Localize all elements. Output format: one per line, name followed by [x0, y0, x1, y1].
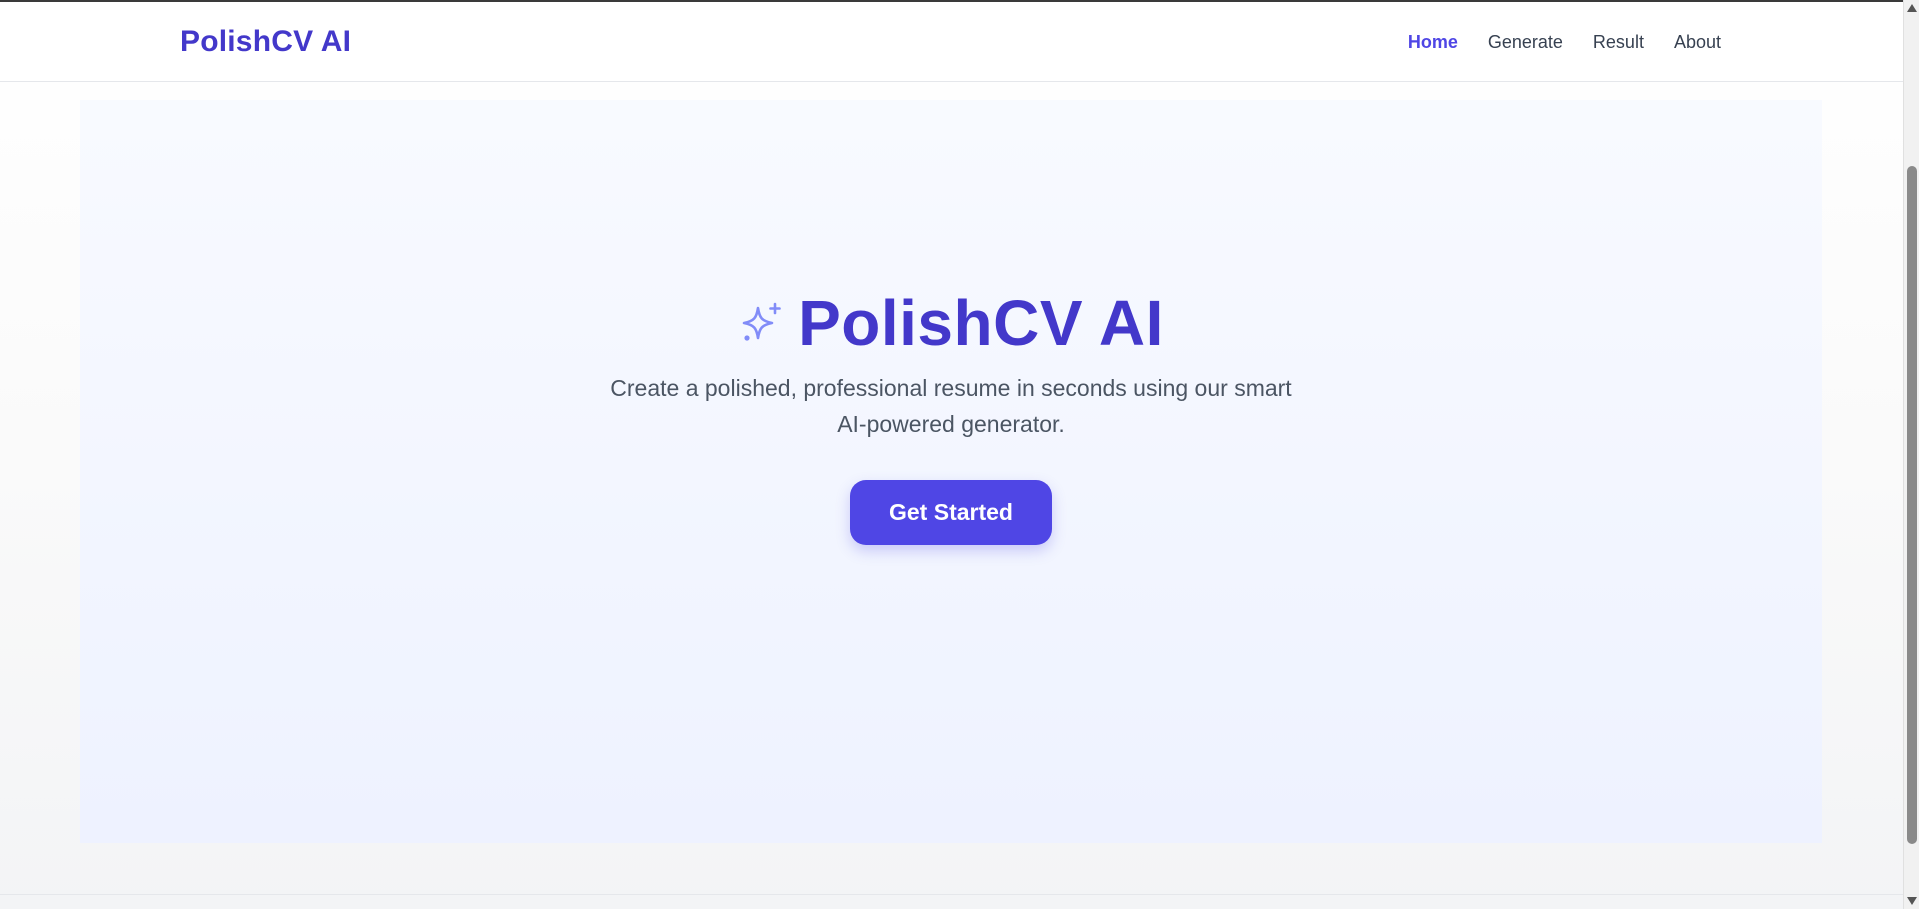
nav-link-home[interactable]: Home	[1408, 32, 1458, 53]
hero-subtitle: Create a polished, professional resume i…	[80, 370, 1822, 442]
scroll-thumb[interactable]	[1907, 166, 1917, 844]
hero-title-row: PolishCV AI	[80, 286, 1822, 360]
navbar: PolishCV AI Home Generate Result About	[0, 2, 1903, 82]
scroll-down-arrow-icon[interactable]	[1907, 897, 1917, 905]
hero-title: PolishCV AI	[798, 287, 1164, 359]
get-started-button[interactable]: Get Started	[850, 480, 1052, 545]
nav-links: Home Generate Result About	[1408, 2, 1721, 82]
nav-link-result[interactable]: Result	[1593, 32, 1644, 53]
nav-link-generate[interactable]: Generate	[1488, 32, 1563, 53]
hero-subtitle-line-1: Create a polished, professional resume i…	[610, 375, 1292, 401]
nav-link-about[interactable]: About	[1674, 32, 1721, 53]
sparkles-icon	[742, 302, 781, 341]
scroll-up-arrow-icon[interactable]	[1907, 4, 1917, 12]
vertical-scrollbar[interactable]	[1903, 0, 1919, 909]
footer-divider	[0, 894, 1903, 895]
hero-section: PolishCV AI Create a polished, professio…	[80, 100, 1822, 843]
hero-subtitle-line-2: AI-powered generator.	[837, 411, 1065, 437]
brand-logo[interactable]: PolishCV AI	[180, 2, 351, 82]
